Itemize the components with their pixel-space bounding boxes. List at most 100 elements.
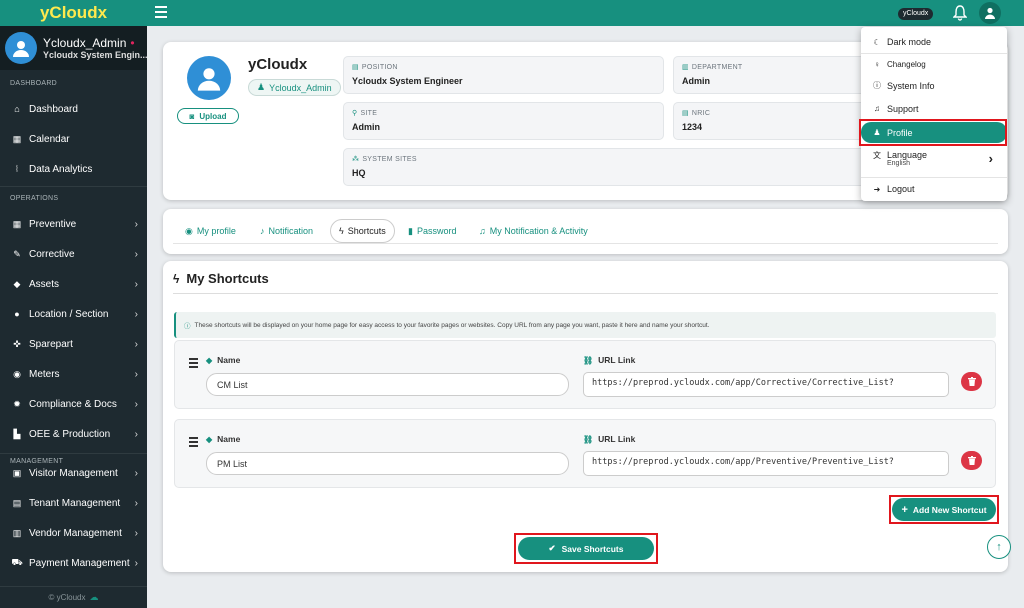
url-label: ⛓ URL Link xyxy=(583,434,635,444)
sidebar-user[interactable]: Ycloudx_Admin • Ycloudx System Engin... xyxy=(0,26,147,70)
building-icon: ▤ xyxy=(12,497,22,508)
bulb-icon: ♀ xyxy=(874,59,880,69)
home-icon: ⌂ xyxy=(14,104,20,114)
menu-item-changelog[interactable]: ♀ Changelog xyxy=(861,54,1007,74)
chevron-right-icon: › xyxy=(134,338,138,350)
sidebar-item-oee-production[interactable]: ▙ OEE & Production › xyxy=(0,419,147,449)
menu-item-system-info[interactable]: ⓘ System Info xyxy=(861,75,1007,96)
section-label-dashboard: DASHBOARD xyxy=(10,80,58,87)
sidebar-item-vendor-management[interactable]: ▥ Vendor Management › xyxy=(0,518,147,548)
sidebar-item-calendar[interactable]: ▦ Calendar xyxy=(0,124,147,154)
tab-my-profile[interactable]: ◉ My profile xyxy=(181,219,240,243)
info-value: HQ xyxy=(352,168,366,178)
shortcut-url-input[interactable]: https://preprod.ycloudx.com/app/Preventi… xyxy=(583,451,949,476)
section-label-operations: OPERATIONS xyxy=(10,195,59,202)
label-text: Name xyxy=(217,434,241,444)
sidebar-item-sparepart[interactable]: ✜ Sparepart › xyxy=(0,329,147,359)
chevron-right-icon: › xyxy=(134,398,138,410)
tag-icon: ◆ xyxy=(206,355,213,365)
sidebar-item-tenant-management[interactable]: ▤ Tenant Management › xyxy=(0,488,147,518)
id-card-icon: ▤ xyxy=(682,110,689,117)
drag-handle-icon[interactable] xyxy=(189,358,198,368)
chevron-right-icon: › xyxy=(134,278,138,290)
user-icon xyxy=(197,68,221,91)
shortcut-name-input[interactable]: PM List xyxy=(206,452,569,475)
tag-icon: ◆ xyxy=(206,434,213,444)
sitemap-icon: ⁂ xyxy=(352,156,360,163)
user-role: Ycloudx System Engin... xyxy=(43,50,147,60)
topbar: yCloudx xyxy=(147,0,1024,26)
divider xyxy=(0,186,147,187)
site-badge[interactable]: yCloudx xyxy=(898,8,934,20)
tab-label: Shortcuts xyxy=(347,226,386,236)
info-department: ▥ DEPARTMENT Admin xyxy=(673,56,873,94)
sidebar-item-label: OEE & Production xyxy=(29,428,111,440)
sidebar-item-payment-management[interactable]: ⛟ Payment Management › xyxy=(0,548,147,578)
sidebar-item-data-analytics[interactable]: ⦚ Data Analytics xyxy=(0,154,147,184)
chip-label: Ycloudx_Admin xyxy=(269,82,332,93)
menu-toggle-icon[interactable] xyxy=(155,6,167,20)
label-text: URL Link xyxy=(598,355,636,365)
menu-item-language[interactable]: 文 Language English › xyxy=(861,147,1007,175)
tab-shortcuts[interactable]: ϟ Shortcuts xyxy=(330,219,395,243)
gauge-icon: ◉ xyxy=(13,368,21,379)
location-icon: ● xyxy=(14,309,20,319)
chevron-right-icon: › xyxy=(134,248,138,260)
trash-icon xyxy=(967,456,976,465)
info-label: DEPARTMENT xyxy=(691,64,743,71)
building-icon: ▥ xyxy=(682,64,689,71)
sidebar-item-visitor-management[interactable]: ▣ Visitor Management › xyxy=(0,458,147,488)
menu-item-label: Logout xyxy=(887,184,915,194)
shortcut-name-input[interactable]: CM List xyxy=(206,373,569,396)
label-text: Name xyxy=(217,355,241,365)
menu-item-logout[interactable]: ➜ Logout xyxy=(861,179,1007,199)
divider xyxy=(173,243,998,244)
tab-label: My profile xyxy=(196,226,236,236)
brand-logo[interactable]: yCloudx xyxy=(0,0,147,26)
sidebar-item-preventive[interactable]: ▦ Preventive › xyxy=(0,209,147,239)
upload-button[interactable]: ◙ Upload xyxy=(177,108,239,124)
tab-notification[interactable]: ♪ Notification xyxy=(256,219,317,243)
chevron-right-icon: › xyxy=(134,218,138,230)
sidebar-item-corrective[interactable]: ✎ Corrective › xyxy=(0,239,147,269)
chevron-right-icon: › xyxy=(134,527,138,539)
user-dropdown-menu: ☾ Dark mode ♀ Changelog ⓘ System Info ♫ Supp… xyxy=(859,27,1007,201)
info-label: NRIC xyxy=(691,110,711,117)
user-menu-button[interactable] xyxy=(979,2,1001,24)
sidebar: yCloudx Ycloudx_Admin • Ycloudx System En… xyxy=(0,0,147,608)
tab-my-notification-activity[interactable]: ♫ My Notification & Activity xyxy=(475,219,592,243)
delete-shortcut-button[interactable] xyxy=(961,372,982,391)
sidebar-item-assets[interactable]: ◆ Assets › xyxy=(0,269,147,299)
sidebar-item-location-section[interactable]: ● Location / Section › xyxy=(0,299,147,329)
menu-item-label: Changelog xyxy=(887,59,926,69)
info-value: 1234 xyxy=(682,122,703,132)
chevron-right-icon: › xyxy=(988,151,993,166)
bell-icon[interactable] xyxy=(952,5,968,21)
sidebar-item-meters[interactable]: ◉ Meters › xyxy=(0,359,147,389)
shortcuts-info-note: ⓘ These shortcuts will be displayed on yo… xyxy=(174,312,996,338)
shortcuts-title: ϟ My Shortcuts xyxy=(173,271,269,286)
tab-password[interactable]: ▮ Password xyxy=(404,219,460,243)
sidebar-item-label: Preventive xyxy=(29,218,77,230)
sidebar-item-dashboard[interactable]: ⌂ Dashboard xyxy=(0,94,147,124)
title-text: My Shortcuts xyxy=(186,271,269,286)
sidebar-item-compliance-docs[interactable]: ✹ Compliance & Docs › xyxy=(0,389,147,419)
link-icon: ⛓ xyxy=(583,355,594,365)
cloud-icon: ☁ xyxy=(89,592,99,602)
sidebar-item-label: Dashboard xyxy=(29,103,78,115)
bolt-icon: ϟ xyxy=(173,271,180,286)
drag-handle-icon[interactable] xyxy=(189,437,198,447)
scroll-to-top-button[interactable]: ↑ xyxy=(987,535,1011,559)
chart-line-icon: ⦚ xyxy=(16,163,18,174)
menu-item-label: Language xyxy=(887,150,928,160)
link-icon: ⛓ xyxy=(583,434,594,444)
delete-shortcut-button[interactable] xyxy=(961,451,982,470)
location-icon: ⚲ xyxy=(352,110,358,117)
menu-item-dark-mode[interactable]: ☾ Dark mode xyxy=(861,31,1007,53)
tab-label: Password xyxy=(416,226,457,236)
divider xyxy=(173,293,998,294)
shortcut-url-input[interactable]: https://preprod.ycloudx.com/app/Correcti… xyxy=(583,372,949,397)
sidebar-item-label: Location / Section xyxy=(29,308,109,320)
menu-item-support[interactable]: ♫ Support xyxy=(861,98,1007,119)
language-icon: 文 xyxy=(873,151,881,160)
